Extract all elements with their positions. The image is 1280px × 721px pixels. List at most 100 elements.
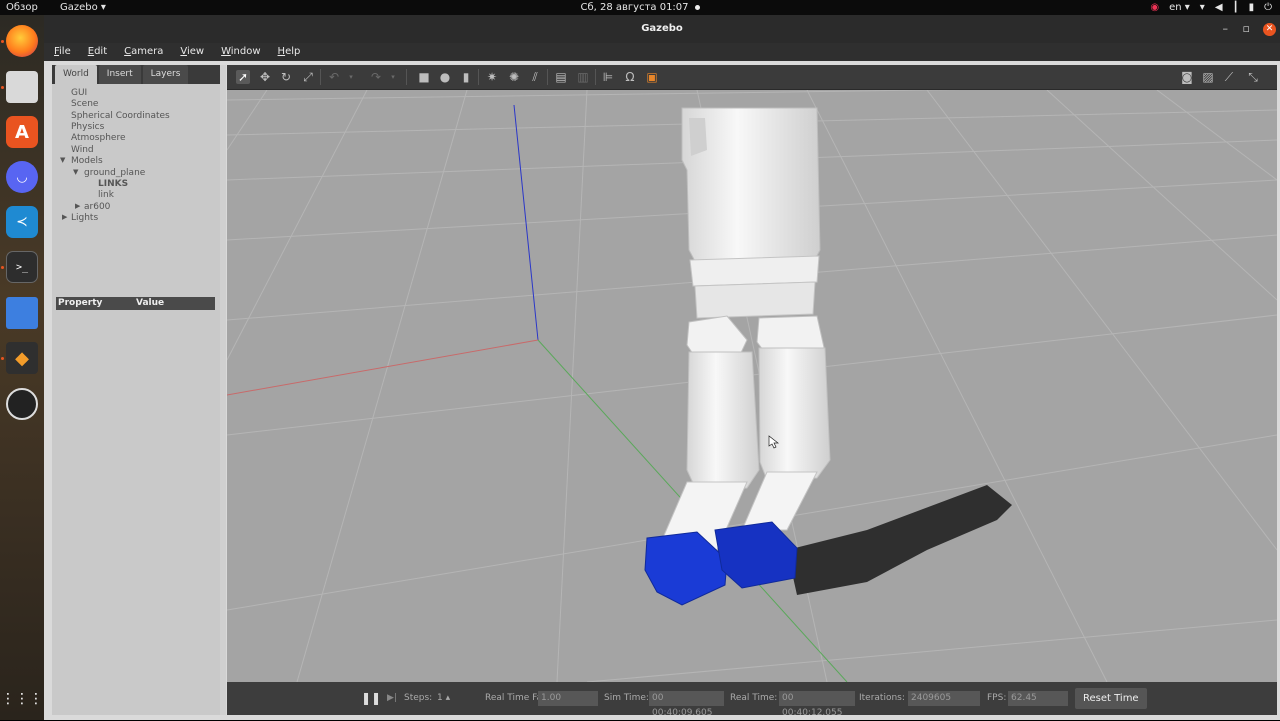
rotate-icon[interactable]: ↻: [279, 70, 293, 84]
tree-item-ground-plane[interactable]: ground_plane: [84, 168, 145, 178]
pause-icon[interactable]: ❚❚: [361, 682, 381, 715]
tree-item-wind[interactable]: Wind: [71, 145, 94, 155]
undo-history-icon[interactable]: ▾: [344, 70, 358, 84]
files-icon[interactable]: [6, 71, 38, 103]
expand-models-icon[interactable]: ▼: [60, 156, 65, 164]
tree-links-header: LINKS: [98, 179, 129, 189]
window-titlebar: Gazebo – ▫ ✕: [44, 15, 1280, 43]
translate-icon[interactable]: ✥: [258, 70, 272, 84]
wifi-icon[interactable]: ▾: [1200, 0, 1205, 15]
toolbar-separator: [406, 69, 407, 85]
terminal-icon[interactable]: >_: [6, 251, 38, 283]
plot-icon[interactable]: ⟋: [1222, 70, 1236, 84]
tab-world[interactable]: World: [55, 65, 97, 84]
snap-icon[interactable]: Ω: [623, 70, 637, 84]
step-icon[interactable]: ▶|: [387, 682, 397, 715]
vscode-icon[interactable]: ≺: [6, 206, 38, 238]
tree-item-models[interactable]: Models: [71, 156, 103, 166]
left-panel: World Insert Layers GUI Scene Spherical …: [52, 65, 220, 715]
point-light-icon[interactable]: ✷: [485, 70, 499, 84]
paste-icon[interactable]: ▥: [576, 70, 590, 84]
show-apps-icon[interactable]: ⋮⋮⋮: [1, 683, 43, 715]
real-time-value: 00 00:40:12.055: [779, 691, 855, 718]
value-column-header[interactable]: Value: [136, 297, 164, 310]
tree-item-spherical[interactable]: Spherical Coordinates: [71, 111, 170, 121]
fps-value: 62.45: [1008, 691, 1068, 706]
log-icon[interactable]: ▨: [1201, 70, 1215, 84]
real-time-label: Real Time:: [730, 693, 778, 703]
redo-history-icon[interactable]: ▾: [386, 70, 400, 84]
running-indicator: [1, 357, 4, 360]
spot-light-icon[interactable]: ✺: [507, 70, 521, 84]
obs-icon[interactable]: [6, 388, 38, 420]
sphere-icon[interactable]: ●: [438, 70, 452, 84]
toolbar-separator: [320, 69, 321, 85]
3d-viewport[interactable]: [227, 90, 1277, 682]
expand-lights-icon[interactable]: ▶: [62, 213, 67, 221]
expand-ground-plane-icon[interactable]: ▼: [73, 168, 78, 176]
steps-spinner[interactable]: 1 ▴: [437, 682, 450, 715]
minimize-button[interactable]: –: [1223, 15, 1229, 43]
reset-time-button[interactable]: Reset Time: [1075, 688, 1147, 709]
tree-item-ar600[interactable]: ar600: [84, 202, 110, 212]
toolbar-separator: [595, 69, 596, 85]
status-bar: ❚❚ ▶| Steps: 1 ▴ Real Time Factor: 1.00 …: [227, 682, 1277, 718]
scene-render: [227, 90, 1277, 682]
running-indicator: [1, 266, 4, 269]
language-selector[interactable]: en ▾: [1169, 0, 1190, 15]
volume-icon[interactable]: ◀: [1215, 0, 1223, 15]
property-column-header[interactable]: Property: [58, 297, 102, 310]
software-center-icon[interactable]: A: [6, 116, 38, 148]
tree-item-scene[interactable]: Scene: [71, 99, 98, 109]
tree-item-link[interactable]: link: [98, 190, 114, 200]
running-indicator: [1, 86, 4, 89]
menu-help[interactable]: Help: [268, 43, 308, 61]
properties-table: [56, 310, 215, 710]
properties-header: Property Value: [56, 297, 215, 310]
clock[interactable]: Сб, 28 августа 01:07: [0, 0, 1280, 15]
tree-item-physics[interactable]: Physics: [71, 122, 104, 132]
gazebo-icon[interactable]: ◆: [6, 342, 38, 374]
discord-icon[interactable]: ◡: [6, 161, 38, 193]
screenshot-icon[interactable]: ◙: [1180, 70, 1194, 84]
tree-item-lights[interactable]: Lights: [71, 213, 98, 223]
scale-icon[interactable]: ⤢: [301, 70, 315, 84]
shield-icon[interactable]: ◉: [1150, 0, 1159, 15]
system-top-bar: Обзор Gazebo ▾ Сб, 28 августа 01:07 ◉ en…: [0, 0, 1280, 15]
menu-window[interactable]: Window: [211, 43, 267, 61]
directional-light-icon[interactable]: ⫽: [528, 70, 542, 84]
menu-camera[interactable]: Camera: [114, 43, 170, 61]
menu-edit[interactable]: Edit: [78, 43, 114, 61]
maximize-button[interactable]: ▫: [1243, 15, 1250, 43]
firefox-icon[interactable]: [6, 25, 38, 57]
cylinder-icon[interactable]: ▮: [459, 70, 473, 84]
window-title: Gazebo: [641, 23, 683, 34]
world-tree: GUI Scene Spherical Coordinates Physics …: [52, 84, 220, 300]
power-icon[interactable]: ⏻: [1264, 0, 1272, 15]
menu-file[interactable]: File: [44, 43, 78, 61]
tab-insert[interactable]: Insert: [98, 65, 141, 84]
align-icon[interactable]: ⊫: [601, 70, 615, 84]
copy-icon[interactable]: ▤: [554, 70, 568, 84]
tree-item-atmosphere[interactable]: Atmosphere: [71, 133, 125, 143]
gazebo-window: Gazebo – ▫ ✕ File Edit Camera View Windo…: [44, 15, 1280, 720]
close-button[interactable]: ✕: [1263, 23, 1276, 36]
redo-icon[interactable]: ↷: [369, 70, 383, 84]
panel-splitter[interactable]: [220, 65, 226, 715]
color-icon[interactable]: ▣: [645, 70, 659, 84]
box-icon[interactable]: ■: [417, 70, 431, 84]
screenshot-tool-icon[interactable]: [6, 297, 38, 329]
tree-item-gui[interactable]: GUI: [71, 88, 87, 98]
toolbar-separator: [547, 69, 548, 85]
undo-icon[interactable]: ↶: [327, 70, 341, 84]
notification-dot-icon: [694, 4, 700, 10]
panel-tabs: World Insert Layers: [52, 65, 220, 84]
microphone-icon[interactable]: ┃: [1233, 0, 1239, 15]
menu-view[interactable]: View: [170, 43, 211, 61]
battery-icon[interactable]: ▮: [1249, 0, 1255, 15]
tab-layers[interactable]: Layers: [142, 65, 189, 84]
select-arrow-icon[interactable]: ➚: [236, 70, 250, 84]
rtf-value: 1.00: [538, 691, 598, 706]
expand-icon[interactable]: ⤡: [1246, 70, 1260, 84]
expand-ar600-icon[interactable]: ▶: [75, 202, 80, 210]
